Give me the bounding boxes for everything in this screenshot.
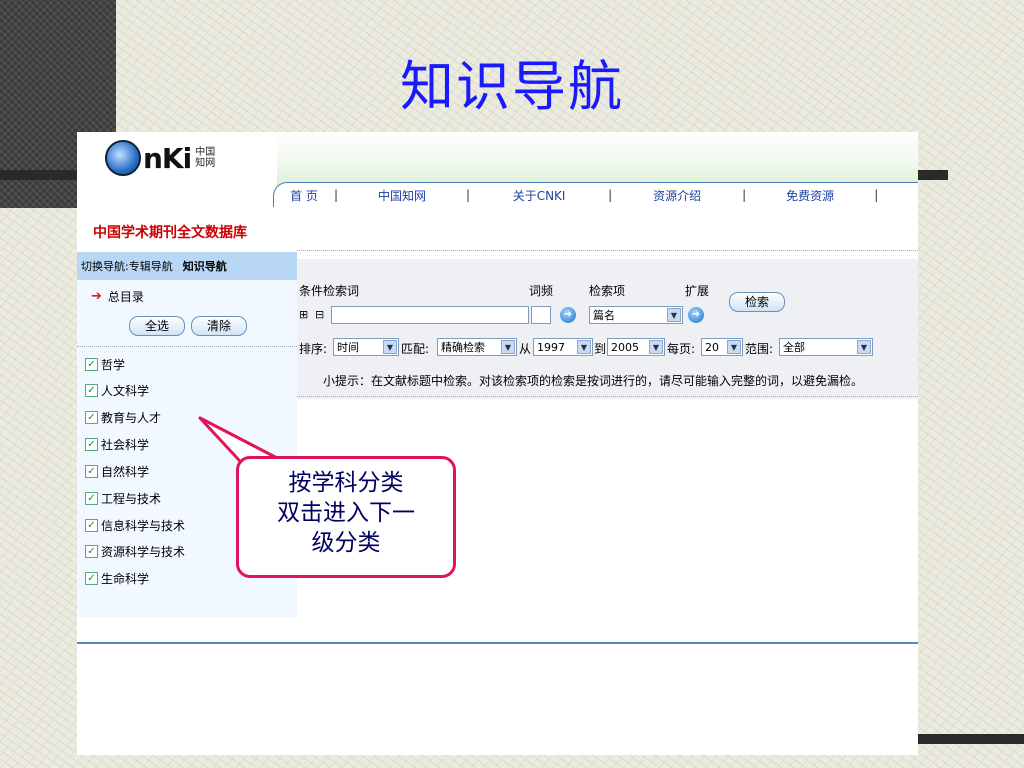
callout-line2: 双击进入下一	[277, 500, 415, 526]
callout-pointer	[198, 416, 302, 474]
callout-line1: 按学科分类	[288, 470, 404, 496]
callout-line3: 级分类	[311, 530, 381, 556]
callout-text: 按学科分类 双击进入下一 级分类	[236, 468, 456, 558]
